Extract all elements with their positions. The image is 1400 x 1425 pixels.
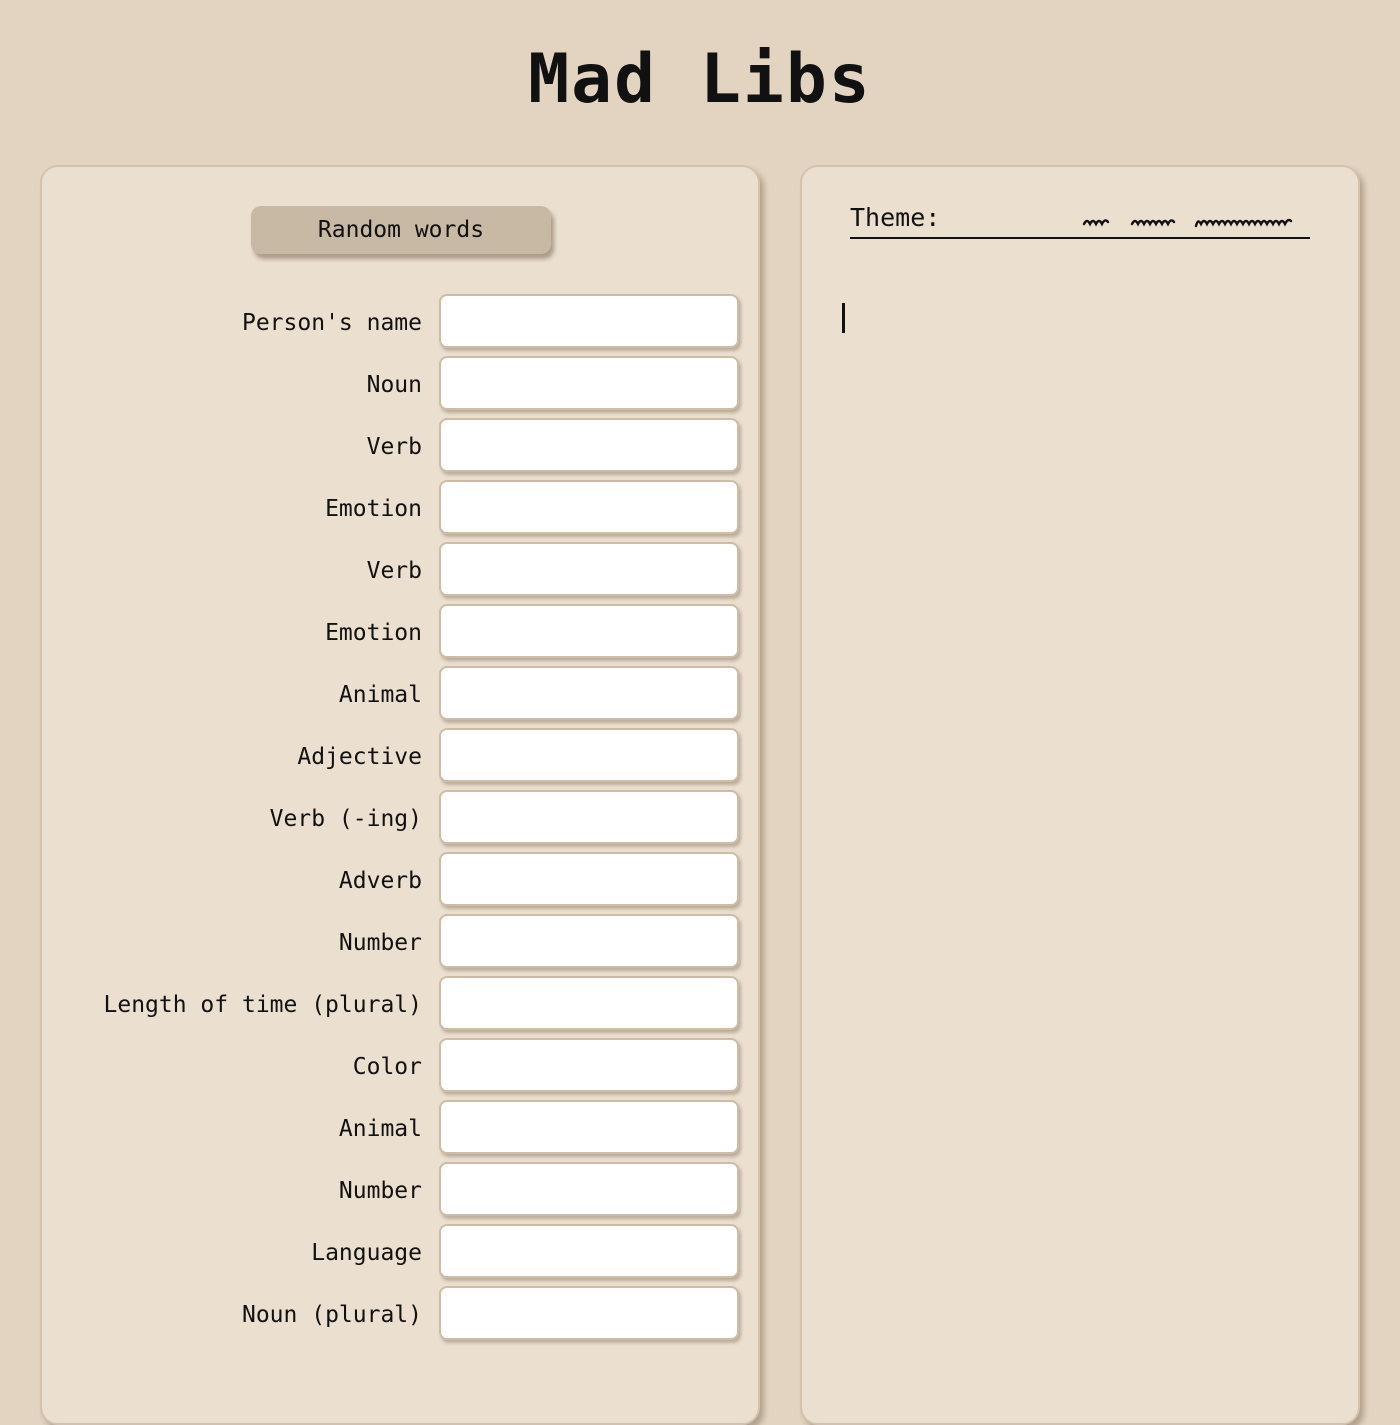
field-row: Emotion [42,604,762,666]
field-row: Color [42,1038,762,1100]
field-label: Adverb [338,868,422,894]
field-label: Number [338,930,422,956]
field-row: Animal [42,1100,762,1162]
word-input[interactable] [439,666,739,720]
field-label: Adjective [297,744,422,770]
word-input[interactable] [439,1100,739,1154]
field-label: Color [352,1054,422,1080]
field-label: Length of time (plural) [103,992,423,1018]
word-input[interactable] [439,542,739,596]
word-input[interactable] [439,480,739,534]
word-input[interactable] [439,728,739,782]
field-label: Verb [366,434,422,460]
field-row: Noun (plural) [42,1286,762,1348]
story-panel: Theme: [800,165,1360,1425]
scribble-word-1 [1082,219,1110,227]
word-input[interactable] [439,976,739,1030]
page-title: Mad Libs [528,40,872,119]
field-row: Verb [42,542,762,604]
word-input[interactable] [439,604,739,658]
theme-label: Theme: [850,203,941,232]
field-label: Emotion [325,496,422,522]
field-label: Person's name [241,310,422,336]
field-label: Verb (-ing) [269,806,422,832]
field-row: Language [42,1224,762,1286]
field-row: Adjective [42,728,762,790]
word-input[interactable] [439,1038,739,1092]
word-input[interactable] [439,356,739,410]
story-text-area[interactable] [842,297,1312,1297]
word-field-list: Person's name Noun Verb Emotion Verb Emo… [42,294,762,1348]
text-cursor [842,303,845,333]
random-words-button[interactable]: Random words [251,206,551,254]
field-label: Emotion [325,620,422,646]
field-row: Verb (-ing) [42,790,762,852]
field-row: Animal [42,666,762,728]
field-row: Emotion [42,480,762,542]
field-row: Person's name [42,294,762,356]
theme-line: Theme: [850,199,1310,239]
word-input[interactable] [439,852,739,906]
field-label: Noun [366,372,422,398]
field-label: Noun (plural) [241,1302,422,1328]
theme-scribble-placeholder [1082,218,1293,228]
field-row: Length of time (plural) [42,976,762,1038]
field-row: Adverb [42,852,762,914]
word-input[interactable] [439,418,739,472]
field-label: Verb [366,558,422,584]
word-input[interactable] [439,1162,739,1216]
field-label: Language [311,1240,422,1266]
word-entry-panel: Random words Person's name Noun Verb Emo… [40,165,760,1425]
field-row: Verb [42,418,762,480]
word-input[interactable] [439,790,739,844]
word-input[interactable] [439,914,739,968]
word-input[interactable] [439,1286,739,1340]
word-input[interactable] [439,294,739,348]
word-input[interactable] [439,1224,739,1278]
field-row: Noun [42,356,762,418]
field-label: Animal [338,682,422,708]
field-label: Animal [338,1116,422,1142]
field-row: Number [42,1162,762,1224]
field-row: Number [42,914,762,976]
field-label: Number [338,1178,422,1204]
scribble-word-3 [1194,218,1293,228]
scribble-word-2 [1130,219,1176,227]
